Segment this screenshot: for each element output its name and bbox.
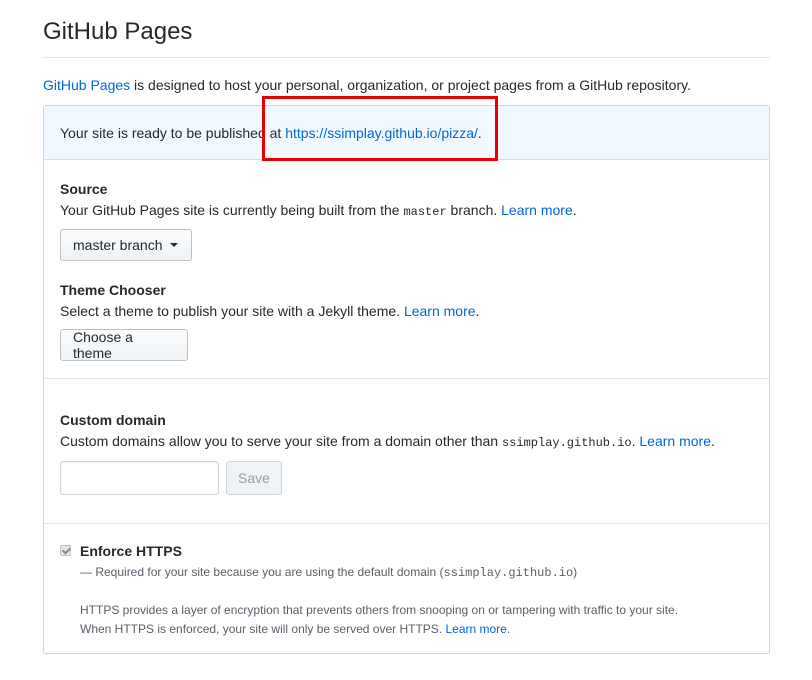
publish-status-prefix: Your site is ready to be published at [60, 125, 286, 141]
https-note-suffix: ) [573, 565, 578, 579]
theme-period: . [475, 303, 480, 319]
https-period: . [506, 622, 511, 636]
source-desc-prefix: Your GitHub Pages site is currently bein… [60, 202, 404, 218]
source-period: . [572, 202, 577, 218]
custom-domain-heading: Custom domain [60, 412, 166, 428]
title-divider [43, 57, 770, 58]
source-branch-label: master branch [73, 237, 163, 253]
custom-domain-desc-prefix: Custom domains allow you to serve your s… [60, 433, 502, 449]
enforce-https-label: Enforce HTTPS [80, 543, 182, 559]
chevron-down-icon [170, 243, 179, 247]
theme-description: Select a theme to publish your site with… [60, 303, 479, 319]
https-required-note: — Required for your site because you are… [80, 565, 577, 580]
intro-description: is designed to host your personal, organ… [130, 77, 691, 93]
theme-learn-more-link[interactable]: Learn more [404, 303, 476, 319]
default-domain-code: ssimplay.github.io [443, 566, 574, 580]
enforce-https-checkbox[interactable] [60, 545, 71, 556]
intro-text: GitHub Pages is designed to host your pe… [43, 77, 691, 93]
custom-domain-input[interactable] [60, 461, 219, 495]
source-learn-more-link[interactable]: Learn more [501, 202, 573, 218]
source-branch-dropdown[interactable]: master branch [60, 229, 192, 261]
save-button[interactable]: Save [226, 461, 282, 495]
theme-desc-text: Select a theme to publish your site with… [60, 303, 404, 319]
theme-chooser-heading: Theme Chooser [60, 282, 166, 298]
https-info-text: When HTTPS is enforced, your site will o… [80, 622, 446, 636]
pages-settings-box: Your site is ready to be published at ht… [43, 105, 770, 654]
section-divider [44, 378, 769, 379]
custom-domain-period: . [710, 433, 715, 449]
section-divider [44, 523, 769, 524]
choose-theme-button[interactable]: Choose a theme [60, 329, 188, 361]
branch-code: master [403, 205, 447, 219]
https-info-line-2: When HTTPS is enforced, your site will o… [80, 622, 510, 636]
page-title: GitHub Pages [43, 18, 193, 45]
red-highlight-box [262, 96, 498, 161]
https-note-prefix: — Required for your site because you are… [80, 565, 444, 579]
source-desc-suffix: branch. [446, 202, 502, 218]
custom-domain-description: Custom domains allow you to serve your s… [60, 433, 715, 450]
github-pages-link[interactable]: GitHub Pages [43, 77, 130, 93]
source-description: Your GitHub Pages site is currently bein… [60, 202, 577, 219]
custom-domain-learn-more-link[interactable]: Learn more [639, 433, 711, 449]
https-learn-more-link[interactable]: Learn more [445, 622, 506, 636]
https-info-line-1: HTTPS provides a layer of encryption tha… [80, 603, 679, 617]
domain-code: ssimplay.github.io [501, 436, 632, 450]
source-heading: Source [60, 181, 108, 197]
